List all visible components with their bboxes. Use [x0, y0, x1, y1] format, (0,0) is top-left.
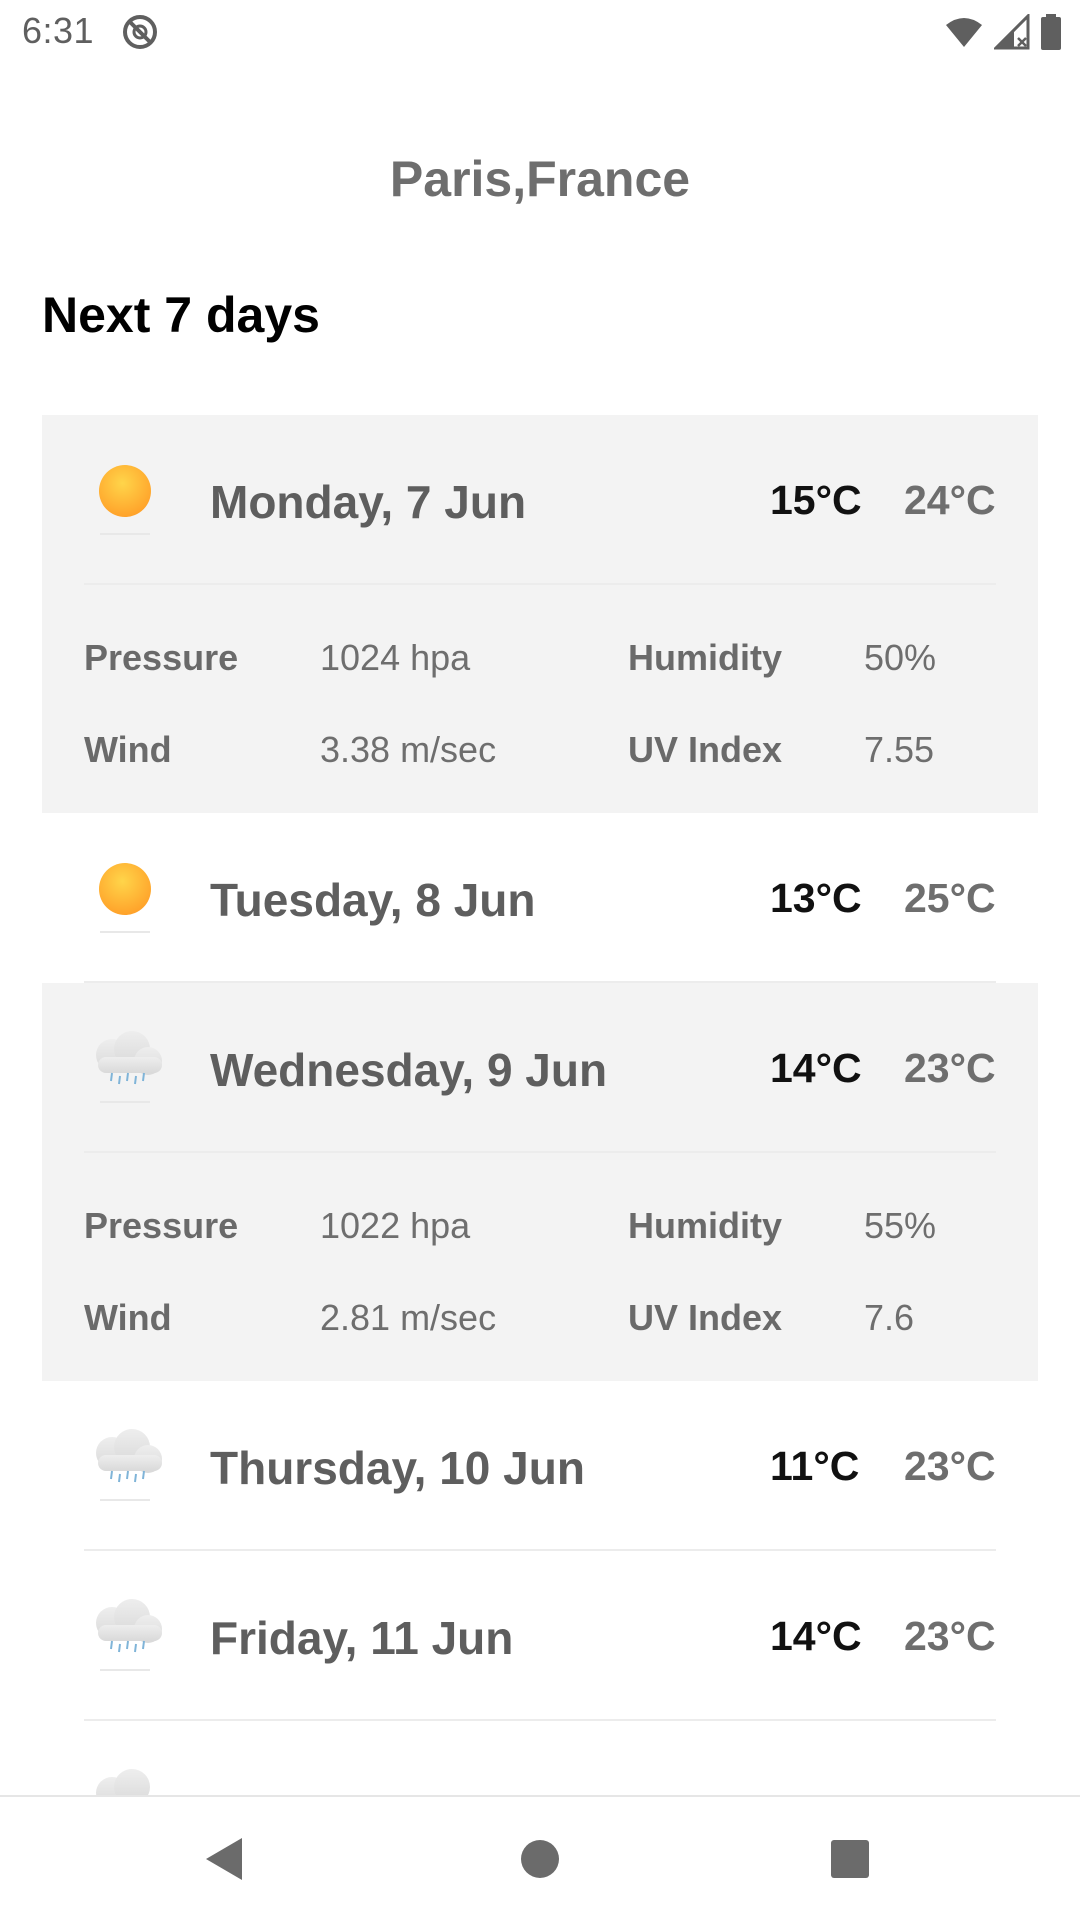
temp-max: 23°C [904, 1443, 996, 1489]
status-time: 6:31 [22, 10, 95, 51]
recents-square-icon [831, 1840, 869, 1878]
humidity-label: Humidity [628, 1205, 783, 1246]
temp-max: 23°C [904, 1045, 996, 1091]
day-row[interactable]: Thursday, 10 Jun 11°C 23°C [42, 1381, 1038, 1551]
pressure-label: Pressure [84, 637, 239, 678]
uv-index-value: 7.55 [864, 729, 935, 770]
wind-label: Wind [84, 729, 172, 770]
sun-icon [99, 863, 151, 933]
wind-value: 2.81 m/sec [320, 1297, 497, 1338]
wind-label: Wind [84, 1297, 172, 1338]
forecast-list[interactable]: Monday, 7 Jun 15°C 24°C Pressure 1024 hp… [42, 415, 1038, 1891]
day-card[interactable]: Friday, 11 Jun 14°C 23°C [42, 1551, 1038, 1721]
uv-index-label: UV Index [628, 729, 783, 770]
status-icons [944, 12, 1062, 52]
day-card[interactable]: Thursday, 10 Jun 11°C 23°C [42, 1381, 1038, 1551]
day-details: Pressure 1024 hpa Humidity 50% Wind 3.38… [42, 585, 1038, 813]
wind-value: 3.38 m/sec [320, 729, 497, 770]
temp-max: 24°C [904, 477, 996, 523]
day-name: Wednesday, 9 Jun [210, 1044, 608, 1096]
humidity-value: 55% [864, 1205, 937, 1246]
temp-min: 11°C [770, 1443, 860, 1489]
temp-min: 14°C [770, 1613, 862, 1659]
home-circle-icon [521, 1840, 559, 1878]
rain-cloud-icon [96, 1031, 162, 1103]
temp-min: 15°C [770, 477, 862, 523]
sun-icon [99, 465, 151, 535]
day-name: Friday, 11 Jun [210, 1612, 514, 1664]
day-row[interactable]: Wednesday, 9 Jun 14°C 23°C [42, 983, 1038, 1153]
cell-signal-icon [994, 14, 1030, 50]
pressure-label: Pressure [84, 1205, 239, 1246]
battery-icon [1041, 14, 1061, 50]
status-bar: 6:31 [0, 0, 1080, 64]
temp-min: 14°C [770, 1045, 862, 1091]
humidity-label: Humidity [628, 637, 783, 678]
back-button[interactable] [200, 1835, 248, 1883]
day-name: Tuesday, 8 Jun [210, 874, 536, 926]
back-triangle-icon [206, 1838, 242, 1880]
humidity-value: 50% [864, 637, 937, 678]
temp-min: 13°C [770, 875, 862, 921]
recents-button[interactable] [826, 1835, 874, 1883]
day-row[interactable]: Monday, 7 Jun 15°C 24°C [42, 415, 1038, 585]
temp-max: 25°C [904, 875, 996, 921]
rain-cloud-icon [96, 1429, 162, 1501]
day-name: Monday, 7 Jun [210, 476, 527, 528]
wifi-icon [946, 18, 982, 47]
pressure-value: 1022 hpa [320, 1205, 471, 1246]
day-row[interactable]: Tuesday, 8 Jun 13°C 25°C [42, 813, 1038, 983]
day-row[interactable]: Friday, 11 Jun 14°C 23°C [42, 1551, 1038, 1721]
day-name: Thursday, 10 Jun [210, 1442, 585, 1494]
day-details: Pressure 1022 hpa Humidity 55% Wind 2.81… [42, 1153, 1038, 1381]
weather-forecast-screen: 6:31 Paris,France Next 7 days Monday, 7 … [0, 0, 1080, 1920]
do-not-disturb-icon [123, 15, 157, 49]
day-card[interactable]: Tuesday, 8 Jun 13°C 25°C [42, 813, 1038, 983]
rain-cloud-icon [96, 1599, 162, 1671]
uv-index-value: 7.6 [864, 1297, 915, 1338]
navigation-bar [0, 1795, 1080, 1920]
home-button[interactable] [516, 1835, 564, 1883]
pressure-value: 1024 hpa [320, 637, 471, 678]
section-title: Next 7 days [42, 287, 320, 343]
uv-index-label: UV Index [628, 1297, 783, 1338]
day-card[interactable]: Monday, 7 Jun 15°C 24°C Pressure 1024 hp… [42, 415, 1038, 813]
location-title: Paris,France [389, 151, 691, 207]
temp-max: 23°C [904, 1613, 996, 1659]
day-card[interactable]: Wednesday, 9 Jun 14°C 23°C Pressure 1022… [42, 983, 1038, 1381]
